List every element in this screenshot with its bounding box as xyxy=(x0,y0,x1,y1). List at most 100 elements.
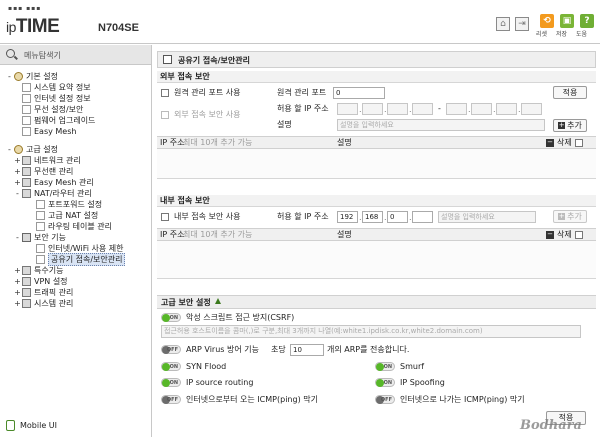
external-add-button[interactable]: 추가 xyxy=(553,119,587,132)
csrf-toggle[interactable]: ON xyxy=(161,313,181,322)
sidebar-item[interactable]: 라우팅 테이블 관리 xyxy=(28,221,112,232)
sidebar: 메뉴탐색기 - 기본 설정 시스템 요약 정보 인터넷 설정 정보 무선 설정/보안 펌웨… xyxy=(0,45,152,437)
help-button[interactable]: ? 도움 xyxy=(576,14,598,38)
internal-security-section: 내부 접속 보안 내부 접속 보안 사용 허용 할 IP 주소 192 . 16… xyxy=(157,195,596,285)
internal-security-heading: 내부 접속 보안 xyxy=(157,195,596,207)
external-ip-end-octet-2[interactable] xyxy=(471,103,492,115)
logout-icon[interactable]: ⇥ xyxy=(515,17,529,31)
mobile-ui-link[interactable]: Mobile UI xyxy=(6,420,57,431)
internal-list-ip-hint: 최대 10개 추가 가능 xyxy=(183,230,253,239)
remote-port-label: 원격 관리 포트 xyxy=(277,88,327,97)
remote-port-checkbox[interactable] xyxy=(161,89,169,97)
sidebar-item[interactable]: 시스템 요약 정보 xyxy=(14,82,91,93)
icmp-inbound-label: 인터넷으로부터 오는 ICMP(ping) 막기 xyxy=(186,395,318,404)
sidebar-item[interactable]: 고급 NAT 설정 xyxy=(28,210,98,221)
sidebar-item-label: 고급 설정 xyxy=(26,145,58,154)
menu-explorer-bar[interactable]: 메뉴탐색기 xyxy=(0,45,151,65)
sidebar-item[interactable]: Easy Mesh xyxy=(14,126,76,137)
ip-source-routing-toggle[interactable]: ON xyxy=(161,378,181,387)
sidebar-item[interactable]: - 고급 설정 xyxy=(6,144,58,155)
sidebar-item[interactable]: - 기본 설정 xyxy=(6,71,58,82)
external-ip-start-octet-4[interactable] xyxy=(412,103,433,115)
advanced-security-heading[interactable]: 고급 보안 설정 xyxy=(157,295,596,309)
gear-icon xyxy=(14,72,23,81)
icmp-inbound-toggle[interactable]: OFF xyxy=(161,395,181,404)
watermark: Bodhara xyxy=(520,418,582,433)
remote-port-input[interactable]: 0 xyxy=(333,87,385,99)
expand-icon[interactable]: + xyxy=(14,265,21,276)
sidebar-item[interactable]: + 트래픽 관리 xyxy=(14,287,73,298)
sidebar-item[interactable]: + Easy Mesh 관리 xyxy=(14,177,94,188)
sidebar-item[interactable]: + 네트워크 관리 xyxy=(14,155,81,166)
sidebar-item[interactable]: 공유기 접속/보안관리 xyxy=(28,253,126,266)
folder-icon xyxy=(22,178,31,187)
external-list-body xyxy=(157,149,596,179)
collapse-icon[interactable]: - xyxy=(6,71,13,82)
icmp-outbound-toggle[interactable]: OFF xyxy=(375,395,395,404)
header-bar: ▪▪▪ ▪▪▪ ipTIME N704SE ⌂ ⇥ ⟲ 리셋 ▣ 저장 ? 도움 xyxy=(0,0,600,44)
reset-button[interactable]: ⟲ 리셋 xyxy=(536,14,558,38)
internal-ip-octet-3[interactable]: 0 xyxy=(387,211,408,223)
expand-icon[interactable]: + xyxy=(14,166,21,177)
internal-ip-octet-2[interactable]: 168 xyxy=(362,211,383,223)
external-ip-end-octet-1[interactable] xyxy=(446,103,467,115)
collapse-icon[interactable]: - xyxy=(6,144,13,155)
collapse-icon[interactable]: - xyxy=(14,232,21,243)
save-icon: ▣ xyxy=(560,14,574,28)
save-button[interactable]: ▣ 저장 xyxy=(556,14,578,38)
folder-icon xyxy=(22,277,31,286)
internal-ip-octet-4[interactable] xyxy=(412,211,433,223)
sidebar-item[interactable]: - NAT/라우터 관리 xyxy=(14,188,92,199)
internal-description-input[interactable]: 설명을 입력하세요 xyxy=(438,211,536,223)
internal-ip-row: 내부 접속 보안 사용 허용 할 IP 주소 192 . 168 . 0 . 설… xyxy=(157,210,596,224)
external-delete-all-checkbox[interactable] xyxy=(575,139,583,147)
expand-icon[interactable]: + xyxy=(14,276,21,287)
arp-toggle[interactable]: OFF xyxy=(161,345,181,354)
external-list-ip-header: IP 주소 xyxy=(160,138,185,147)
sidebar-item[interactable]: - 보안 기능 xyxy=(14,232,66,243)
sidebar-item[interactable]: 포트포워드 설정 xyxy=(28,199,102,210)
external-ip-start-octet-2[interactable] xyxy=(362,103,383,115)
sidebar-item[interactable]: + VPN 설정 xyxy=(14,276,68,287)
sidebar-item[interactable]: + 특수기능 xyxy=(14,265,63,276)
icmp-outbound-label: 인터넷으로 나가는 ICMP(ping) 막기 xyxy=(400,395,525,404)
expand-icon[interactable]: + xyxy=(14,155,21,166)
doc-icon xyxy=(22,116,31,125)
expand-icon[interactable]: + xyxy=(14,287,21,298)
sidebar-item[interactable]: 무선 설정/보안 xyxy=(14,104,83,115)
expand-icon[interactable]: + xyxy=(14,298,21,309)
home-icon[interactable]: ⌂ xyxy=(496,17,510,31)
internal-access-use-label: 내부 접속 보안 사용 xyxy=(174,212,241,221)
remote-port-apply-button[interactable]: 적용 xyxy=(553,86,587,99)
sidebar-item-label: 시스템 관리 xyxy=(34,299,74,308)
folder-icon xyxy=(22,288,31,297)
allowed-hosts-input[interactable]: 접근허용 호스트이름을 콤마(,)로 구분,최대 3개까지 나열(예:white… xyxy=(161,325,581,338)
doc-icon xyxy=(22,105,31,114)
smurf-label: Smurf xyxy=(400,362,425,371)
internal-add-button[interactable]: 추가 xyxy=(553,210,587,223)
external-ip-start-octet-3[interactable] xyxy=(387,103,408,115)
external-ip-start-octet-1[interactable] xyxy=(337,103,358,115)
external-ip-end-octet-4[interactable] xyxy=(521,103,542,115)
sidebar-item[interactable]: 펌웨어 업그레이드 xyxy=(14,115,95,126)
arp-rate-suffix: 개의 ARP를 전송합니다. xyxy=(327,345,410,354)
internal-ip-octet-1[interactable]: 192 xyxy=(337,211,358,223)
ip-spoofing-toggle[interactable]: ON xyxy=(375,378,395,387)
external-access-checkbox[interactable] xyxy=(161,111,169,119)
external-ip-end-octet-3[interactable] xyxy=(496,103,517,115)
internal-delete-all-checkbox[interactable] xyxy=(575,231,583,239)
smurf-toggle[interactable]: ON xyxy=(375,362,395,371)
menu-explorer-label: 메뉴탐색기 xyxy=(24,51,61,60)
internal-add-label: 추가 xyxy=(567,212,582,221)
sidebar-item[interactable]: + 무선랜 관리 xyxy=(14,166,73,177)
sidebar-item[interactable]: + 시스템 관리 xyxy=(14,298,73,309)
expand-icon[interactable]: + xyxy=(14,177,21,188)
collapse-icon[interactable]: - xyxy=(14,188,21,199)
external-description-input[interactable]: 설명을 입력하세요 xyxy=(337,119,545,131)
internal-list-header: IP 주소 최대 10개 추가 가능 설명 − 삭제 xyxy=(157,228,596,241)
syn-flood-toggle[interactable]: ON xyxy=(161,362,181,371)
internal-access-checkbox[interactable] xyxy=(161,213,169,221)
sidebar-item[interactable]: 인터넷 설정 정보 xyxy=(14,93,91,104)
arp-rate-input[interactable]: 10 xyxy=(290,344,324,356)
external-allowed-ip-label: 허용 할 IP 주소 xyxy=(277,104,329,113)
